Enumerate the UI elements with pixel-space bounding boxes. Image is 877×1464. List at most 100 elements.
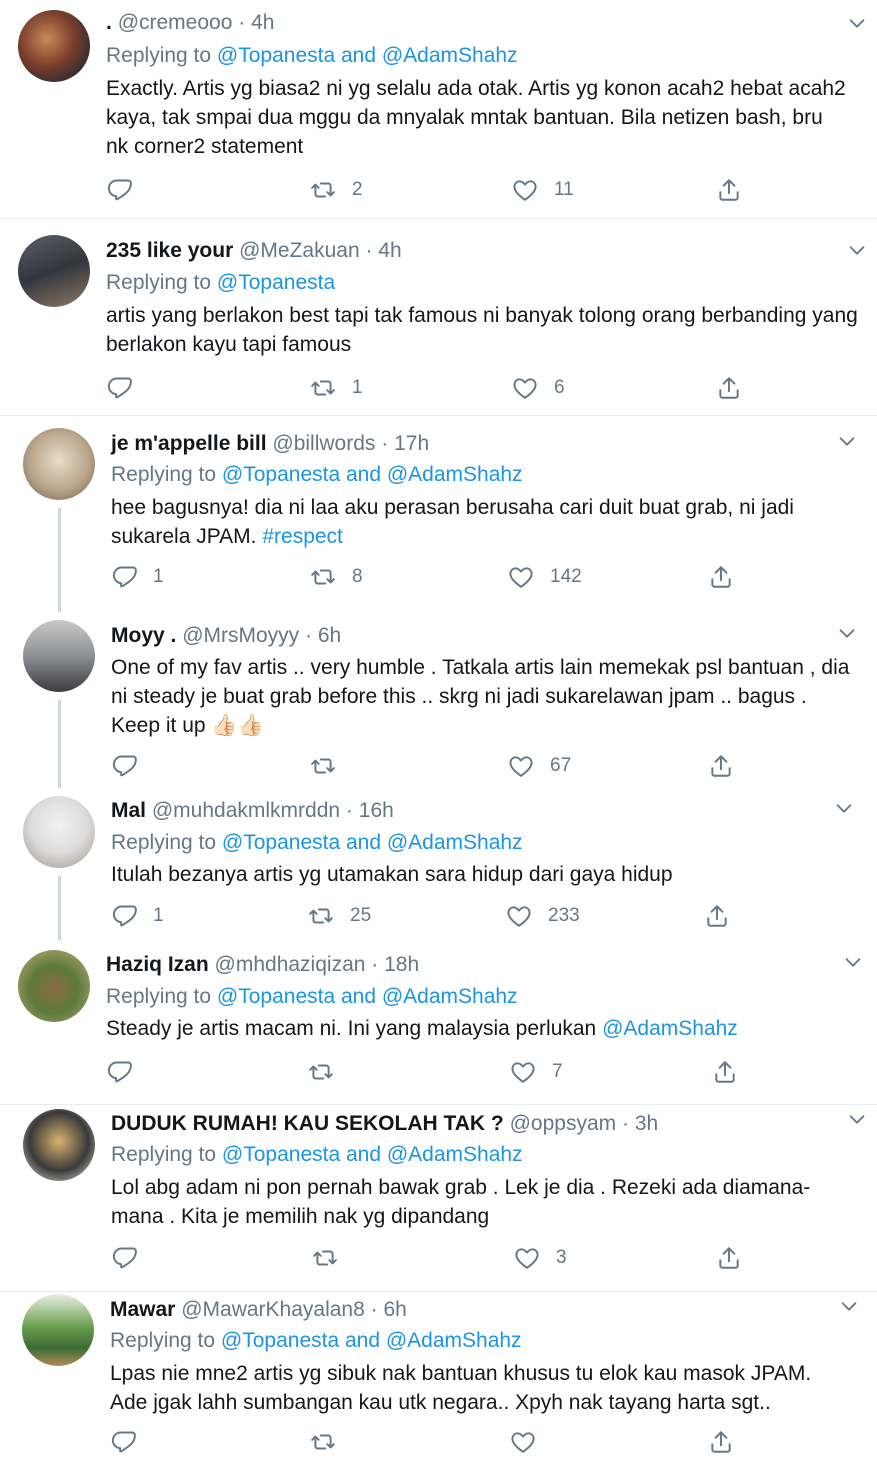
user-handle[interactable]: @billwords xyxy=(272,432,375,455)
avatar[interactable] xyxy=(23,796,95,868)
like-button[interactable]: 7 xyxy=(510,1058,563,1086)
chevron-down-icon[interactable] xyxy=(846,1108,868,1130)
reply-button[interactable] xyxy=(111,752,153,780)
share-button[interactable] xyxy=(716,176,742,204)
replying-to-users[interactable]: @Topanesta xyxy=(217,271,335,294)
like-count: 142 xyxy=(550,566,582,587)
tweet[interactable]: 235 like your @MeZakuan · 4h Replying to… xyxy=(0,219,877,415)
retweet-button[interactable]: 1 xyxy=(310,374,363,402)
reply-button[interactable] xyxy=(106,1058,148,1086)
chevron-down-icon[interactable] xyxy=(838,1295,860,1317)
reply-button[interactable] xyxy=(111,1244,153,1272)
retweet-button[interactable] xyxy=(310,1428,352,1456)
tweet[interactable]: Mal @muhdakmlkmrddn · 16h Replying to @T… xyxy=(0,788,877,940)
retweet-icon xyxy=(310,1429,336,1455)
chevron-down-icon[interactable] xyxy=(842,951,864,973)
retweet-button[interactable]: 2 xyxy=(310,176,363,204)
user-handle[interactable]: @cremeooo xyxy=(118,11,233,34)
tweet[interactable]: Haziq Izan @mhdhaziqizan · 18h Replying … xyxy=(0,940,877,1104)
chevron-down-icon[interactable] xyxy=(836,622,858,644)
avatar[interactable] xyxy=(18,10,90,82)
timestamp[interactable]: 18h xyxy=(384,953,419,976)
timestamp[interactable]: 6h xyxy=(383,1298,406,1321)
share-button[interactable] xyxy=(704,902,730,930)
chevron-down-icon[interactable] xyxy=(846,12,868,34)
user-handle[interactable]: @MawarKhayalan8 xyxy=(181,1298,365,1321)
retweet-icon xyxy=(310,564,336,590)
user-handle[interactable]: @oppsyam xyxy=(510,1112,617,1135)
avatar[interactable] xyxy=(23,620,95,692)
mention-link[interactable]: @AdamShahz xyxy=(602,1017,738,1040)
replying-to-users[interactable]: @Topanesta and @AdamShahz xyxy=(217,985,518,1008)
user-handle[interactable]: @MeZakuan xyxy=(239,239,360,262)
share-button[interactable] xyxy=(716,374,742,402)
like-button[interactable]: 233 xyxy=(506,902,580,930)
tweet[interactable]: . @cremeooo · 4h Replying to @Topanesta … xyxy=(0,0,877,218)
timestamp[interactable]: 3h xyxy=(635,1112,658,1135)
like-button[interactable] xyxy=(510,1428,552,1456)
timestamp[interactable]: 4h xyxy=(251,11,274,34)
like-icon xyxy=(508,753,534,779)
share-button[interactable] xyxy=(708,563,734,591)
tweet[interactable]: DUDUK RUMAH! KAU SEKOLAH TAK ? @oppsyam … xyxy=(0,1105,877,1291)
like-button[interactable]: 3 xyxy=(514,1244,567,1272)
retweet-button[interactable] xyxy=(310,752,352,780)
display-name[interactable]: DUDUK RUMAH! KAU SEKOLAH TAK ? xyxy=(111,1112,504,1135)
retweet-button[interactable] xyxy=(308,1058,350,1086)
reply-icon xyxy=(106,1059,132,1085)
reply-button[interactable]: 1 xyxy=(111,563,164,591)
like-button[interactable]: 67 xyxy=(508,752,571,780)
reply-button[interactable] xyxy=(110,1428,152,1456)
timestamp[interactable]: 4h xyxy=(378,239,401,262)
display-name[interactable]: 235 like your xyxy=(106,239,233,262)
hashtag[interactable]: #respect xyxy=(262,525,343,548)
replying-to-users[interactable]: @Topanesta and @AdamShahz xyxy=(217,44,518,67)
tweet[interactable]: Moyy . @MrsMoyyy · 6h One of my fav arti… xyxy=(0,612,877,788)
like-button[interactable]: 6 xyxy=(512,374,565,402)
replying-to-users[interactable]: @Topanesta and @AdamShahz xyxy=(222,1143,523,1166)
timestamp[interactable]: 16h xyxy=(359,799,394,822)
like-button[interactable]: 142 xyxy=(508,563,582,591)
chevron-down-icon[interactable] xyxy=(836,430,858,452)
retweet-button[interactable] xyxy=(312,1244,354,1272)
share-button[interactable] xyxy=(716,1244,742,1272)
user-handle[interactable]: @muhdakmlkmrddn xyxy=(152,799,340,822)
replying-to-users[interactable]: @Topanesta and @AdamShahz xyxy=(222,831,523,854)
avatar[interactable] xyxy=(22,1294,94,1366)
chevron-down-icon[interactable] xyxy=(846,239,868,261)
separator: · xyxy=(305,624,313,647)
replying-to-users[interactable]: @Topanesta and @AdamShahz xyxy=(221,1329,522,1352)
reply-button[interactable] xyxy=(106,374,148,402)
share-button[interactable] xyxy=(708,1428,734,1456)
timestamp[interactable]: 6h xyxy=(318,624,341,647)
like-button[interactable]: 11 xyxy=(512,176,574,204)
display-name[interactable]: je m'appelle bill xyxy=(111,432,267,455)
avatar[interactable] xyxy=(23,1109,95,1181)
like-count: 3 xyxy=(556,1247,567,1268)
display-name[interactable]: Haziq Izan xyxy=(106,953,209,976)
share-button[interactable] xyxy=(712,1058,738,1086)
avatar[interactable] xyxy=(23,428,95,500)
retweet-button[interactable]: 25 xyxy=(308,902,371,930)
user-handle[interactable]: @MrsMoyyy xyxy=(182,624,299,647)
display-name[interactable]: . xyxy=(106,11,112,34)
display-name[interactable]: Mal xyxy=(111,799,146,822)
user-handle[interactable]: @mhdhaziqizan xyxy=(215,953,366,976)
share-icon xyxy=(708,753,734,779)
avatar[interactable] xyxy=(18,235,90,307)
share-icon xyxy=(704,903,730,929)
reply-button[interactable] xyxy=(106,176,148,204)
replying-to-users[interactable]: @Topanesta and @AdamShahz xyxy=(222,463,523,486)
reply-button[interactable]: 1 xyxy=(111,902,164,930)
tweet[interactable]: Mawar @MawarKhayalan8 · 6h Replying to @… xyxy=(0,1292,877,1464)
timestamp[interactable]: 17h xyxy=(394,432,429,455)
retweet-icon xyxy=(310,753,336,779)
share-button[interactable] xyxy=(708,752,734,780)
separator: · xyxy=(621,1112,629,1135)
chevron-down-icon[interactable] xyxy=(833,797,855,819)
avatar[interactable] xyxy=(18,950,90,1022)
display-name[interactable]: Mawar xyxy=(110,1298,175,1321)
retweet-button[interactable]: 8 xyxy=(310,563,363,591)
display-name[interactable]: Moyy . xyxy=(111,624,176,647)
tweet[interactable]: je m'appelle bill @billwords · 17h Reply… xyxy=(0,416,877,612)
